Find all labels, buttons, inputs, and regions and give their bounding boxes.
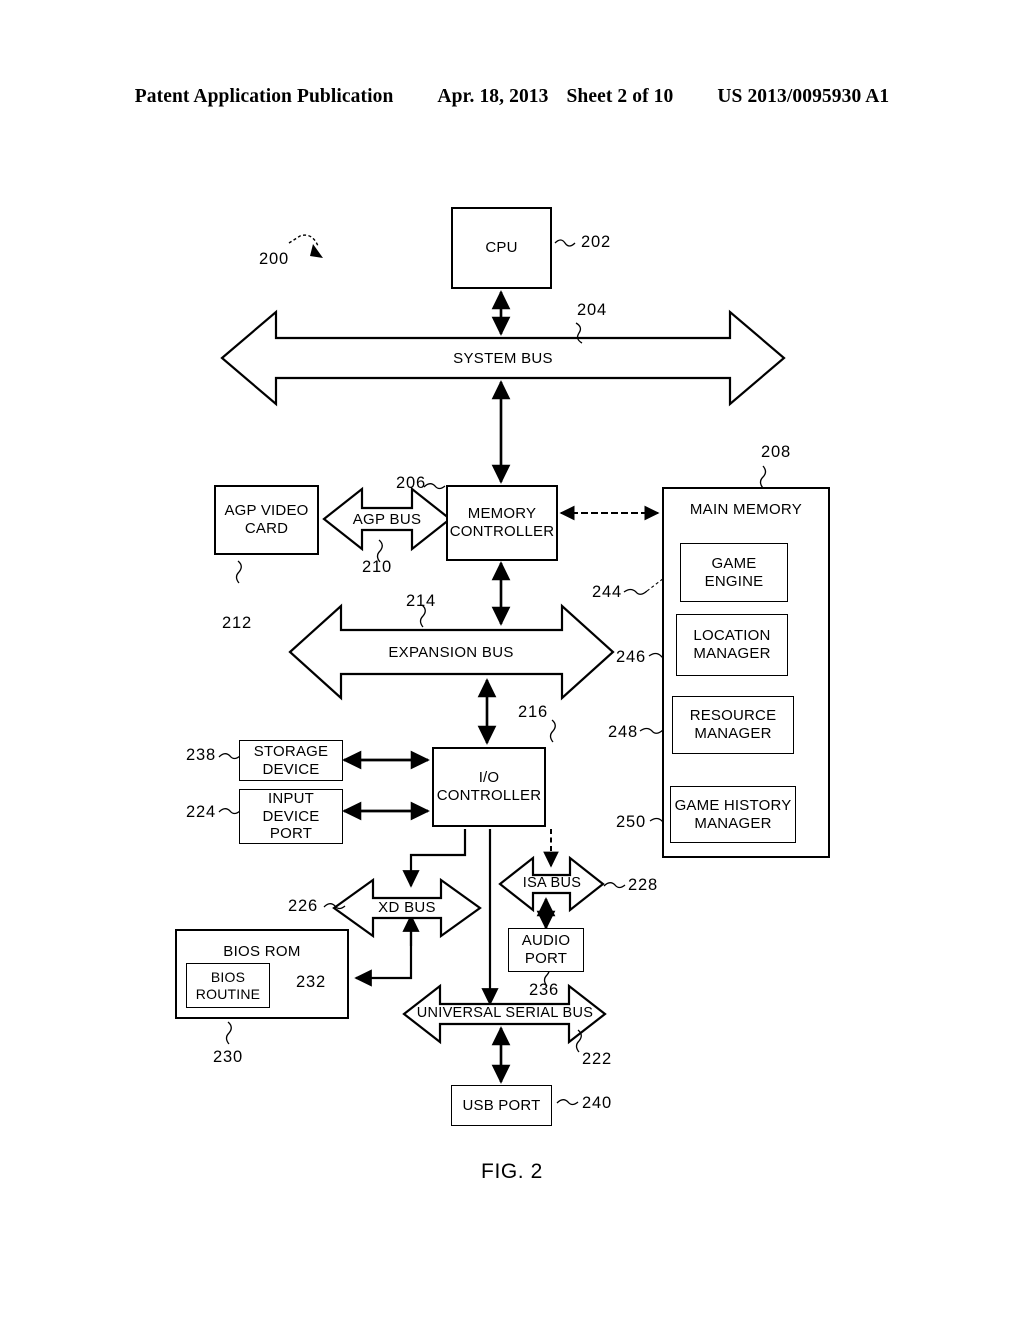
io-controller-label-line2: CONTROLLER (436, 787, 542, 804)
ref-230: 230 (213, 1048, 243, 1066)
input-device-port-label-line3: PORT (269, 825, 313, 843)
cpu-block: CPU (451, 207, 552, 289)
ref-204: 204 (577, 301, 607, 319)
ref-236: 236 (529, 981, 559, 999)
ref-210: 210 (362, 558, 392, 576)
usb-port-block: USB PORT (451, 1085, 552, 1126)
ref-244: 244 (592, 583, 622, 601)
ref-224: 224 (186, 803, 216, 821)
isa-bus-label: ISA BUS (522, 875, 582, 891)
input-device-port-label-line1: INPUT (268, 789, 314, 807)
bios-routine-label-line1: BIOS (210, 968, 246, 985)
agp-bus-label: AGP BUS (352, 511, 422, 528)
input-device-port-label-line2: DEVICE (262, 807, 320, 825)
agp-video-card-label-line2: CARD (244, 520, 289, 537)
input-device-port-block: INPUT DEVICE PORT (239, 789, 343, 844)
resource-manager-block: RESOURCE MANAGER (672, 696, 794, 754)
ref-232: 232 (296, 973, 326, 991)
storage-device-label-line2: DEVICE (262, 760, 320, 778)
location-manager-label-line2: MANAGER (693, 645, 771, 662)
ref-240: 240 (582, 1094, 612, 1112)
game-history-manager-label-line1: GAME HISTORY (674, 796, 792, 814)
game-engine-label-line1: GAME (711, 554, 757, 572)
audio-port-label-line2: PORT (524, 950, 568, 967)
ref-228: 228 (628, 876, 658, 894)
ref-208: 208 (761, 443, 791, 461)
location-manager-block: LOCATION MANAGER (676, 614, 788, 676)
storage-device-label-line1: STORAGE (253, 742, 329, 760)
system-bus-label: SYSTEM BUS (453, 350, 553, 367)
ref-202: 202 (581, 233, 611, 251)
game-history-manager-label-line2: MANAGER (694, 814, 772, 832)
ref-246: 246 (616, 648, 646, 666)
game-history-manager-block: GAME HISTORY MANAGER (670, 786, 796, 843)
universal-serial-bus-label: UNIVERSAL SERIAL BUS (416, 1005, 594, 1021)
ref-226: 226 (288, 897, 318, 915)
ref-250: 250 (616, 813, 646, 831)
main-memory-label: MAIN MEMORY (689, 501, 803, 518)
memory-controller-block: MEMORY CONTROLLER (446, 485, 558, 561)
bios-routine-block: BIOS ROUTINE (186, 963, 270, 1008)
bios-rom-label: BIOS ROM (223, 943, 301, 960)
audio-port-block: AUDIO PORT (508, 928, 584, 972)
resource-manager-label-line1: RESOURCE (689, 707, 777, 725)
ref-212: 212 (222, 614, 252, 632)
io-controller-label-line1: I/O (478, 769, 500, 787)
ref-238: 238 (186, 746, 216, 764)
patent-figure-page: Patent Application Publication Apr. 18, … (0, 0, 1024, 1320)
ref-206: 206 (396, 474, 426, 492)
game-engine-label-line2: ENGINE (704, 572, 764, 590)
memory-controller-label-line1: MEMORY (467, 505, 537, 523)
audio-port-label-line1: AUDIO (521, 932, 571, 950)
memory-controller-label-line2: CONTROLLER (449, 523, 555, 540)
ref-214: 214 (406, 592, 436, 610)
ref-248: 248 (608, 723, 638, 741)
ref-200: 200 (259, 250, 289, 268)
expansion-bus-label: EXPANSION BUS (388, 644, 514, 661)
resource-manager-label-line2: MANAGER (694, 725, 772, 742)
agp-video-card-label-line1: AGP VIDEO (224, 502, 309, 520)
bios-routine-label-line2: ROUTINE (195, 985, 261, 1002)
ref-222: 222 (582, 1050, 612, 1068)
cpu-label: CPU (485, 239, 518, 257)
storage-device-block: STORAGE DEVICE (239, 740, 343, 781)
usb-port-label: USB PORT (462, 1096, 541, 1114)
location-manager-label-line1: LOCATION (693, 627, 771, 645)
game-engine-block: GAME ENGINE (680, 543, 788, 602)
agp-video-card-block: AGP VIDEO CARD (214, 485, 319, 555)
xd-bus-label: XD BUS (378, 899, 436, 916)
ref-216: 216 (518, 703, 548, 721)
io-controller-block: I/O CONTROLLER (432, 747, 546, 827)
